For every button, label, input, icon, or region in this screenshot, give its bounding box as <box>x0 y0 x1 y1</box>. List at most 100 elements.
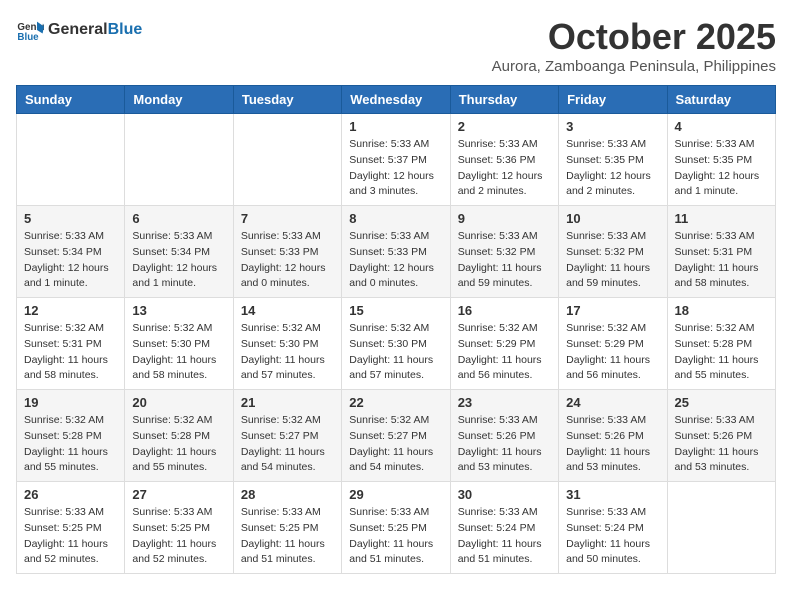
day-cell: 5 Sunrise: 5:33 AMSunset: 5:34 PMDaylight… <box>17 206 125 298</box>
day-number: 18 <box>675 303 768 318</box>
day-number: 5 <box>24 211 117 226</box>
week-row-4: 19 Sunrise: 5:32 AMSunset: 5:28 PMDayligh… <box>17 390 776 482</box>
day-cell <box>17 114 125 206</box>
day-cell <box>667 482 775 574</box>
day-number: 12 <box>24 303 117 318</box>
svg-text:Blue: Blue <box>17 32 39 43</box>
day-cell: 7 Sunrise: 5:33 AMSunset: 5:33 PMDaylight… <box>233 206 341 298</box>
logo-blue: Blue <box>108 21 143 39</box>
day-number: 22 <box>349 395 442 410</box>
day-info: Sunrise: 5:33 AMSunset: 5:32 PMDaylight:… <box>458 229 551 292</box>
week-row-5: 26 Sunrise: 5:33 AMSunset: 5:25 PMDayligh… <box>17 482 776 574</box>
weekday-header-wednesday: Wednesday <box>342 86 450 114</box>
day-cell: 18 Sunrise: 5:32 AMSunset: 5:28 PMDayligh… <box>667 298 775 390</box>
day-info: Sunrise: 5:33 AMSunset: 5:25 PMDaylight:… <box>241 505 334 568</box>
weekday-header-sunday: Sunday <box>17 86 125 114</box>
weekday-header-friday: Friday <box>559 86 667 114</box>
weekday-header-saturday: Saturday <box>667 86 775 114</box>
weekday-header-tuesday: Tuesday <box>233 86 341 114</box>
day-info: Sunrise: 5:33 AMSunset: 5:32 PMDaylight:… <box>566 229 659 292</box>
day-info: Sunrise: 5:33 AMSunset: 5:25 PMDaylight:… <box>349 505 442 568</box>
day-number: 4 <box>675 119 768 134</box>
weekday-header-thursday: Thursday <box>450 86 558 114</box>
day-info: Sunrise: 5:33 AMSunset: 5:36 PMDaylight:… <box>458 137 551 200</box>
day-number: 17 <box>566 303 659 318</box>
day-info: Sunrise: 5:33 AMSunset: 5:24 PMDaylight:… <box>566 505 659 568</box>
day-cell: 12Sunrise: 5:32 AMSunset: 5:31 PMDayligh… <box>17 298 125 390</box>
day-info: Sunrise: 5:33 AMSunset: 5:25 PMDaylight:… <box>132 505 225 568</box>
day-number: 24 <box>566 395 659 410</box>
day-number: 31 <box>566 487 659 502</box>
day-number: 28 <box>241 487 334 502</box>
day-number: 9 <box>458 211 551 226</box>
day-info: Sunrise: 5:32 AMSunset: 5:29 PMDaylight:… <box>566 321 659 384</box>
day-cell: 20 Sunrise: 5:32 AMSunset: 5:28 PMDayligh… <box>125 390 233 482</box>
day-cell: 24 Sunrise: 5:33 AMSunset: 5:26 PMDayligh… <box>559 390 667 482</box>
day-cell: 2 Sunrise: 5:33 AMSunset: 5:36 PMDaylight… <box>450 114 558 206</box>
weekday-header-row: SundayMondayTuesdayWednesdayThursdayFrid… <box>17 86 776 114</box>
day-cell: 31 Sunrise: 5:33 AMSunset: 5:24 PMDayligh… <box>559 482 667 574</box>
day-cell: 8 Sunrise: 5:33 AMSunset: 5:33 PMDaylight… <box>342 206 450 298</box>
day-info: Sunrise: 5:33 AMSunset: 5:35 PMDaylight:… <box>566 137 659 200</box>
day-number: 7 <box>241 211 334 226</box>
day-cell: 22Sunrise: 5:32 AMSunset: 5:27 PMDayligh… <box>342 390 450 482</box>
day-number: 26 <box>24 487 117 502</box>
week-row-1: 1Sunrise: 5:33 AMSunset: 5:37 PMDaylight… <box>17 114 776 206</box>
day-number: 30 <box>458 487 551 502</box>
day-cell: 4 Sunrise: 5:33 AMSunset: 5:35 PMDaylight… <box>667 114 775 206</box>
day-cell: 27 Sunrise: 5:33 AMSunset: 5:25 PMDayligh… <box>125 482 233 574</box>
day-cell: 23 Sunrise: 5:33 AMSunset: 5:26 PMDayligh… <box>450 390 558 482</box>
day-cell: 28 Sunrise: 5:33 AMSunset: 5:25 PMDayligh… <box>233 482 341 574</box>
day-info: Sunrise: 5:33 AMSunset: 5:34 PMDaylight:… <box>24 229 117 292</box>
day-cell <box>233 114 341 206</box>
location-title: Aurora, Zamboanga Peninsula, Philippines <box>492 58 776 75</box>
day-cell: 17 Sunrise: 5:32 AMSunset: 5:29 PMDayligh… <box>559 298 667 390</box>
day-info: Sunrise: 5:33 AMSunset: 5:26 PMDaylight:… <box>675 413 768 476</box>
day-info: Sunrise: 5:33 AMSunset: 5:35 PMDaylight:… <box>675 137 768 200</box>
day-info: Sunrise: 5:33 AMSunset: 5:33 PMDaylight:… <box>241 229 334 292</box>
day-number: 21 <box>241 395 334 410</box>
day-number: 19 <box>24 395 117 410</box>
day-info: Sunrise: 5:32 AMSunset: 5:28 PMDaylight:… <box>675 321 768 384</box>
day-cell: 11Sunrise: 5:33 AMSunset: 5:31 PMDayligh… <box>667 206 775 298</box>
day-cell: 13 Sunrise: 5:32 AMSunset: 5:30 PMDayligh… <box>125 298 233 390</box>
day-number: 13 <box>132 303 225 318</box>
day-info: Sunrise: 5:33 AMSunset: 5:26 PMDaylight:… <box>458 413 551 476</box>
logo: General Blue General Blue <box>16 16 142 44</box>
day-cell: 3 Sunrise: 5:33 AMSunset: 5:35 PMDaylight… <box>559 114 667 206</box>
day-cell: 16Sunrise: 5:32 AMSunset: 5:29 PMDayligh… <box>450 298 558 390</box>
day-number: 20 <box>132 395 225 410</box>
day-number: 3 <box>566 119 659 134</box>
day-number: 25 <box>675 395 768 410</box>
day-info: Sunrise: 5:32 AMSunset: 5:29 PMDaylight:… <box>458 321 551 384</box>
day-cell: 9 Sunrise: 5:33 AMSunset: 5:32 PMDaylight… <box>450 206 558 298</box>
day-number: 15 <box>349 303 442 318</box>
day-info: Sunrise: 5:32 AMSunset: 5:28 PMDaylight:… <box>24 413 117 476</box>
day-info: Sunrise: 5:32 AMSunset: 5:28 PMDaylight:… <box>132 413 225 476</box>
calendar-table: SundayMondayTuesdayWednesdayThursdayFrid… <box>16 85 776 574</box>
logo-general: General <box>48 21 108 39</box>
day-number: 10 <box>566 211 659 226</box>
day-cell: 15Sunrise: 5:32 AMSunset: 5:30 PMDayligh… <box>342 298 450 390</box>
day-number: 27 <box>132 487 225 502</box>
day-info: Sunrise: 5:32 AMSunset: 5:30 PMDaylight:… <box>241 321 334 384</box>
day-cell <box>125 114 233 206</box>
day-info: Sunrise: 5:32 AMSunset: 5:30 PMDaylight:… <box>132 321 225 384</box>
day-info: Sunrise: 5:33 AMSunset: 5:25 PMDaylight:… <box>24 505 117 568</box>
day-cell: 19 Sunrise: 5:32 AMSunset: 5:28 PMDayligh… <box>17 390 125 482</box>
day-cell: 29Sunrise: 5:33 AMSunset: 5:25 PMDayligh… <box>342 482 450 574</box>
day-info: Sunrise: 5:33 AMSunset: 5:24 PMDaylight:… <box>458 505 551 568</box>
day-info: Sunrise: 5:33 AMSunset: 5:26 PMDaylight:… <box>566 413 659 476</box>
day-cell: 30 Sunrise: 5:33 AMSunset: 5:24 PMDayligh… <box>450 482 558 574</box>
week-row-3: 12Sunrise: 5:32 AMSunset: 5:31 PMDayligh… <box>17 298 776 390</box>
week-row-2: 5 Sunrise: 5:33 AMSunset: 5:34 PMDaylight… <box>17 206 776 298</box>
day-number: 14 <box>241 303 334 318</box>
day-cell: 21Sunrise: 5:32 AMSunset: 5:27 PMDayligh… <box>233 390 341 482</box>
day-cell: 1Sunrise: 5:33 AMSunset: 5:37 PMDaylight… <box>342 114 450 206</box>
day-info: Sunrise: 5:33 AMSunset: 5:33 PMDaylight:… <box>349 229 442 292</box>
day-number: 2 <box>458 119 551 134</box>
day-number: 23 <box>458 395 551 410</box>
day-number: 1 <box>349 119 442 134</box>
day-cell: 25 Sunrise: 5:33 AMSunset: 5:26 PMDayligh… <box>667 390 775 482</box>
day-number: 8 <box>349 211 442 226</box>
